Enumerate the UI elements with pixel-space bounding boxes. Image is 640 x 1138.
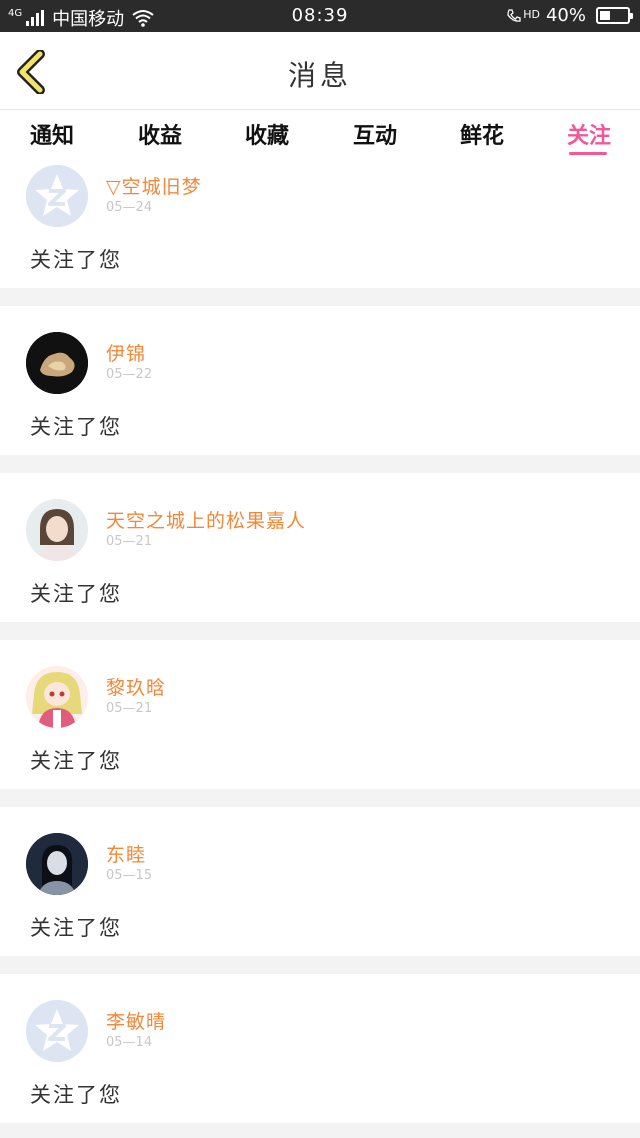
divider	[0, 288, 640, 306]
battery-level	[600, 11, 610, 20]
user-name[interactable]: 天空之城上的松果嘉人	[106, 506, 306, 533]
battery-icon	[596, 7, 633, 24]
list-item[interactable]: ▽空城旧梦 05—24 关注了您	[0, 158, 640, 288]
user-photo-icon	[26, 833, 88, 895]
user-name[interactable]: 东睦	[106, 840, 146, 867]
user-name[interactable]: 李敏晴	[106, 1007, 166, 1034]
avatar[interactable]	[26, 332, 88, 394]
user-name[interactable]: 黎玖晗	[106, 673, 166, 700]
tab-label: 关注	[566, 123, 611, 149]
date: 05—21	[106, 701, 153, 716]
default-avatar-icon	[26, 165, 88, 227]
page-title: 消息	[287, 59, 352, 92]
message-text: 关注了您	[30, 582, 122, 606]
avatar[interactable]	[26, 499, 88, 561]
list-item[interactable]: 天空之城上的松果嘉人 05—21 关注了您	[0, 473, 640, 622]
tab-bar: 通知 收益 收藏 互动 鲜花 关注	[0, 110, 640, 158]
tab-label: 互动	[352, 123, 397, 149]
message-text: 关注了您	[30, 916, 122, 940]
list-item[interactable]: 黎玖晗 05—21 关注了您	[0, 640, 640, 789]
date: 05—21	[106, 534, 153, 549]
date: 05—15	[106, 868, 153, 883]
message-text: 关注了您	[30, 1083, 122, 1107]
hd-label: HD	[523, 7, 540, 21]
tab-interaction[interactable]: 互动	[335, 118, 415, 158]
tab-favorites[interactable]: 收藏	[227, 118, 307, 158]
tab-earnings[interactable]: 收益	[120, 118, 200, 158]
message-text: 关注了您	[30, 248, 122, 272]
divider	[0, 789, 640, 807]
tab-follow[interactable]: 关注	[549, 118, 629, 158]
tab-label: 鲜花	[459, 123, 504, 149]
date: 05—14	[106, 1035, 153, 1050]
battery-text: 40%	[545, 5, 586, 26]
header: 消息	[0, 32, 640, 110]
status-bar: 4G 中国移动 08:39 HD 40%	[0, 0, 640, 32]
hd-call-icon: HD	[506, 8, 540, 24]
list-item[interactable]: 李敏晴 05—14 关注了您	[0, 974, 640, 1123]
divider	[0, 622, 640, 640]
status-right: HD 40%	[506, 5, 633, 26]
tab-flowers[interactable]: 鲜花	[442, 118, 522, 158]
user-photo-icon	[26, 332, 88, 394]
date: 05—22	[106, 367, 153, 382]
user-photo-icon	[26, 666, 88, 728]
message-text: 关注了您	[30, 749, 122, 773]
avatar[interactable]	[26, 1000, 88, 1062]
avatar[interactable]	[26, 833, 88, 895]
divider	[0, 956, 640, 974]
user-photo-icon	[26, 499, 88, 561]
list-item[interactable]: 东睦 05—15 关注了您	[0, 807, 640, 956]
avatar[interactable]	[26, 666, 88, 728]
divider	[0, 455, 640, 473]
default-avatar-icon	[26, 1000, 88, 1062]
list-item[interactable]: 伊锦 05—22 关注了您	[0, 306, 640, 455]
date: 05—24	[106, 200, 153, 215]
tab-label: 收益	[137, 123, 182, 149]
avatar[interactable]	[26, 165, 88, 227]
notification-list: ▽空城旧梦 05—24 关注了您 伊锦 05—22 关注了您 天空之城上的松果嘉…	[0, 158, 640, 1138]
tab-label: 通知	[29, 123, 74, 149]
message-text: 关注了您	[30, 415, 122, 439]
active-tab-indicator	[569, 152, 607, 155]
user-name[interactable]: ▽空城旧梦	[106, 172, 202, 199]
tab-label: 收藏	[244, 123, 289, 149]
tab-notice[interactable]: 通知	[12, 118, 92, 158]
divider	[0, 1123, 640, 1138]
user-name[interactable]: 伊锦	[106, 339, 146, 366]
